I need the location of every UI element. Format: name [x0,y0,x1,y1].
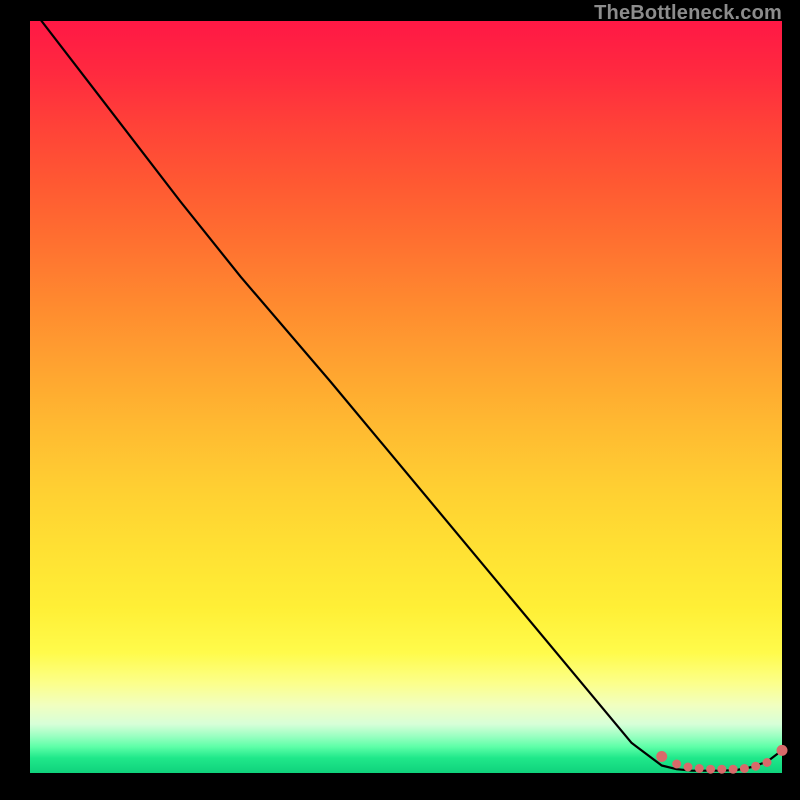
marker-point [740,764,749,773]
marker-point [729,765,738,774]
marker-point [751,762,760,771]
marker-point [695,764,704,773]
marker-point [763,758,772,767]
marker-point [672,760,681,769]
marker-point [656,751,667,762]
chart-overlay [30,21,782,773]
bottleneck-curve [30,6,782,771]
chart-frame [30,21,782,773]
marker-point [706,765,715,774]
marker-point [717,765,726,774]
marker-point [684,763,693,772]
watermark-text: TheBottleneck.com [594,2,782,25]
marker-point [777,745,788,756]
